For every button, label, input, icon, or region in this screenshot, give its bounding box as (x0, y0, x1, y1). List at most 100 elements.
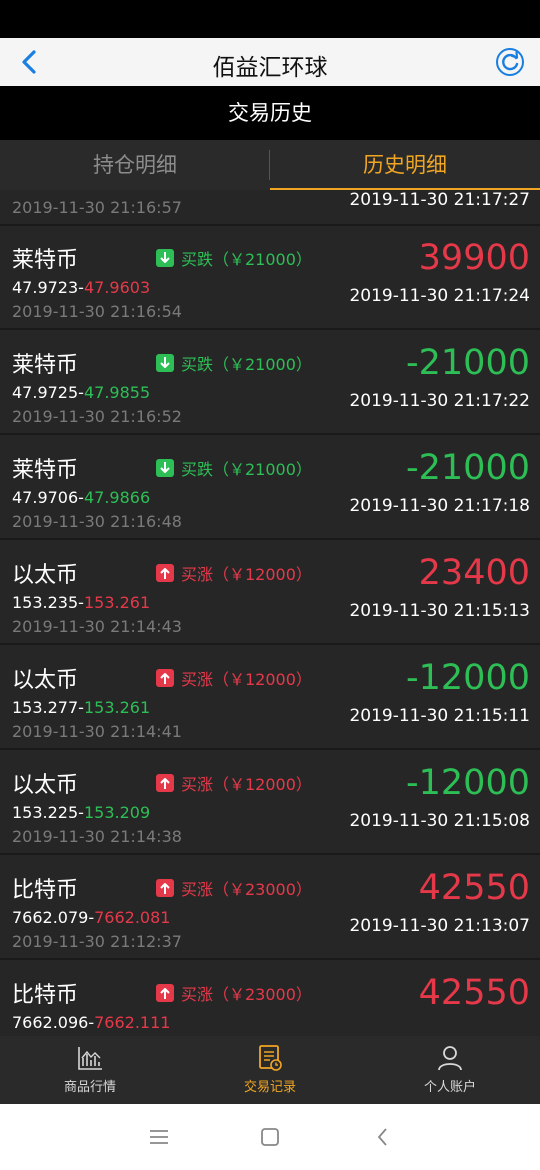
price-open: 47.9723 (12, 278, 79, 297)
price-close: 153.261 (83, 698, 151, 717)
price-range: 7662.079-7662.081 (12, 908, 171, 927)
profit-loss: 42550 (418, 973, 530, 1013)
profit-loss: 39900 (418, 238, 530, 278)
open-time: 2019-11-30 21:16:54 (12, 302, 182, 321)
close-time: 2019-11-30 21:13:07 (349, 916, 530, 936)
page-title: 交易历史 (0, 86, 540, 140)
arrow-down-icon (156, 459, 174, 477)
coin-name: 莱特币 (12, 248, 79, 273)
trade-direction-label: 买涨（￥12000） (181, 775, 312, 794)
list-item[interactable]: 比特币 买涨（￥23000） 7662.079-7662.081 2019-11-30… (0, 856, 540, 960)
tabbar-label-market: 商品行情 (63, 1080, 116, 1095)
profit-loss: -21000 (406, 448, 530, 488)
trade-direction-label: 买涨（￥12000） (181, 670, 312, 689)
arrow-up-icon (156, 564, 174, 582)
price-close: 47.9603 (83, 278, 151, 297)
trade-direction-badge: 买涨（￥23000） (156, 876, 312, 900)
price-close: 153.209 (83, 803, 151, 822)
tabbar-item-records[interactable]: 交易记录 (180, 1036, 360, 1104)
nav-bar: 佰益汇环球 (0, 38, 540, 86)
close-time: 2019-11-30 21:17:24 (349, 286, 530, 306)
trade-direction-badge: 买涨（￥23000） (156, 981, 312, 1005)
open-time: 2019-11-30 21:12:37 (12, 932, 182, 951)
trade-direction-label: 买涨（￥12000） (181, 565, 312, 584)
coin-name: 以太币 (12, 773, 79, 798)
trade-direction-badge: 买跌（￥21000） (156, 456, 312, 480)
trade-direction-label: 买跌（￥21000） (181, 355, 312, 374)
tabbar-item-account[interactable]: 个人账户 (360, 1036, 540, 1104)
tab-positions[interactable]: 持仓明细 (0, 140, 270, 190)
close-time: 2019-11-30 21:15:11 (349, 706, 530, 726)
tabbar-item-market[interactable]: 商品行情 (0, 1036, 180, 1104)
bottom-tab-bar: 商品行情 交易记录 个人账户 (0, 1036, 540, 1104)
price-range: 153.235-153.261 (12, 593, 151, 612)
list-item[interactable]: 以太币 买涨（￥12000） 153.225-153.209 2019-11-30 2… (0, 751, 540, 855)
status-bar (0, 0, 540, 38)
price-range: 47.9723-47.9603 (12, 278, 151, 297)
arrow-up-icon (156, 669, 174, 687)
app-title: 佰益汇环球 (212, 55, 328, 81)
coin-name: 莱特币 (12, 353, 79, 378)
system-nav-bar (0, 1104, 540, 1170)
list-item[interactable]: 比特币 买涨（￥23000） 7662.096-7662.111 42550 (0, 961, 540, 1036)
open-time: 2019-11-30 21:14:38 (12, 827, 182, 846)
list-item[interactable]: 莱特币 买跌（￥21000） 47.9723-47.9603 2019-11-30 2… (0, 226, 540, 330)
open-time: 2019-11-30 21:14:43 (12, 617, 182, 636)
list-item[interactable]: 莱特币 买跌（￥21000） 47.9706-47.9866 2019-11-30 2… (0, 436, 540, 540)
trade-direction-label: 买跌（￥21000） (181, 460, 312, 479)
close-time: 2019-11-30 21:17:18 (349, 496, 530, 516)
trade-history-list[interactable]: 莱特币 买跌（￥21000） 47.9723-47.9603 2019-11-30 2… (0, 190, 540, 1036)
document-icon (259, 1045, 282, 1071)
trade-direction-label: 买涨（￥23000） (181, 880, 312, 899)
profit-loss: -12000 (406, 763, 530, 803)
price-range: 47.9706-47.9866 (12, 488, 151, 507)
price-close: 47.9855 (83, 383, 151, 402)
tab-history[interactable]: 历史明细 (270, 140, 540, 190)
price-close: 47.9866 (83, 488, 151, 507)
arrow-up-icon (156, 879, 174, 897)
tab-bar: 持仓明细 历史明细 (0, 140, 540, 190)
price-open: 153.277 (12, 698, 79, 717)
arrow-down-icon (156, 249, 174, 267)
coin-name: 比特币 (12, 878, 79, 903)
price-close: 153.261 (83, 593, 151, 612)
close-time: 2019-11-30 21:15:13 (349, 601, 530, 621)
tabbar-label-records: 交易记录 (243, 1080, 296, 1095)
profit-loss: 23400 (418, 553, 530, 593)
price-range: 47.9725-47.9855 (12, 383, 151, 402)
trade-direction-badge: 买涨（￥12000） (156, 666, 312, 690)
home-icon[interactable] (257, 1124, 283, 1150)
price-range: 153.225-153.209 (12, 803, 151, 822)
price-open: 153.225 (12, 803, 79, 822)
arrow-down-icon (156, 354, 174, 372)
coin-name: 莱特币 (12, 458, 79, 483)
chart-icon (78, 1047, 102, 1070)
profit-loss: -21000 (406, 343, 530, 383)
refresh-icon[interactable] (494, 46, 526, 78)
list-item[interactable]: 莱特币 买跌（￥21000） 47.9725-47.9855 2019-11-30 2… (0, 331, 540, 435)
profit-loss: -12000 (406, 658, 530, 698)
price-open: 7662.096 (12, 1013, 89, 1032)
price-open: 153.235 (12, 593, 79, 612)
coin-name: 以太币 (12, 563, 79, 588)
arrow-up-icon (156, 984, 174, 1002)
list-item[interactable]: 以太币 买涨（￥12000） 153.235-153.261 2019-11-30 2… (0, 541, 540, 645)
close-time: 2019-11-30 21:15:08 (349, 811, 530, 831)
price-range: 153.277-153.261 (12, 698, 151, 717)
tabbar-label-account: 个人账户 (423, 1080, 476, 1095)
price-range: 7662.096-7662.111 (12, 1013, 171, 1032)
trade-direction-badge: 买跌（￥21000） (156, 351, 312, 375)
profit-loss: 42550 (418, 868, 530, 908)
system-back-icon[interactable] (370, 1124, 396, 1150)
trade-direction-label: 买跌（￥21000） (181, 250, 312, 269)
open-time: 2019-11-30 21:14:41 (12, 722, 182, 741)
menu-icon[interactable] (146, 1124, 172, 1150)
list-item[interactable]: 以太币 买涨（￥12000） 153.277-153.261 2019-11-30 2… (0, 646, 540, 750)
close-time: 2019-11-30 21:17:22 (349, 391, 530, 411)
price-close: 7662.081 (94, 908, 171, 927)
trade-direction-badge: 买跌（￥21000） (156, 246, 312, 270)
coin-name: 以太币 (12, 668, 79, 693)
open-time: 2019-11-30 21:16:52 (12, 407, 182, 426)
price-open: 47.9706 (12, 488, 79, 507)
trade-direction-badge: 买涨（￥12000） (156, 771, 312, 795)
